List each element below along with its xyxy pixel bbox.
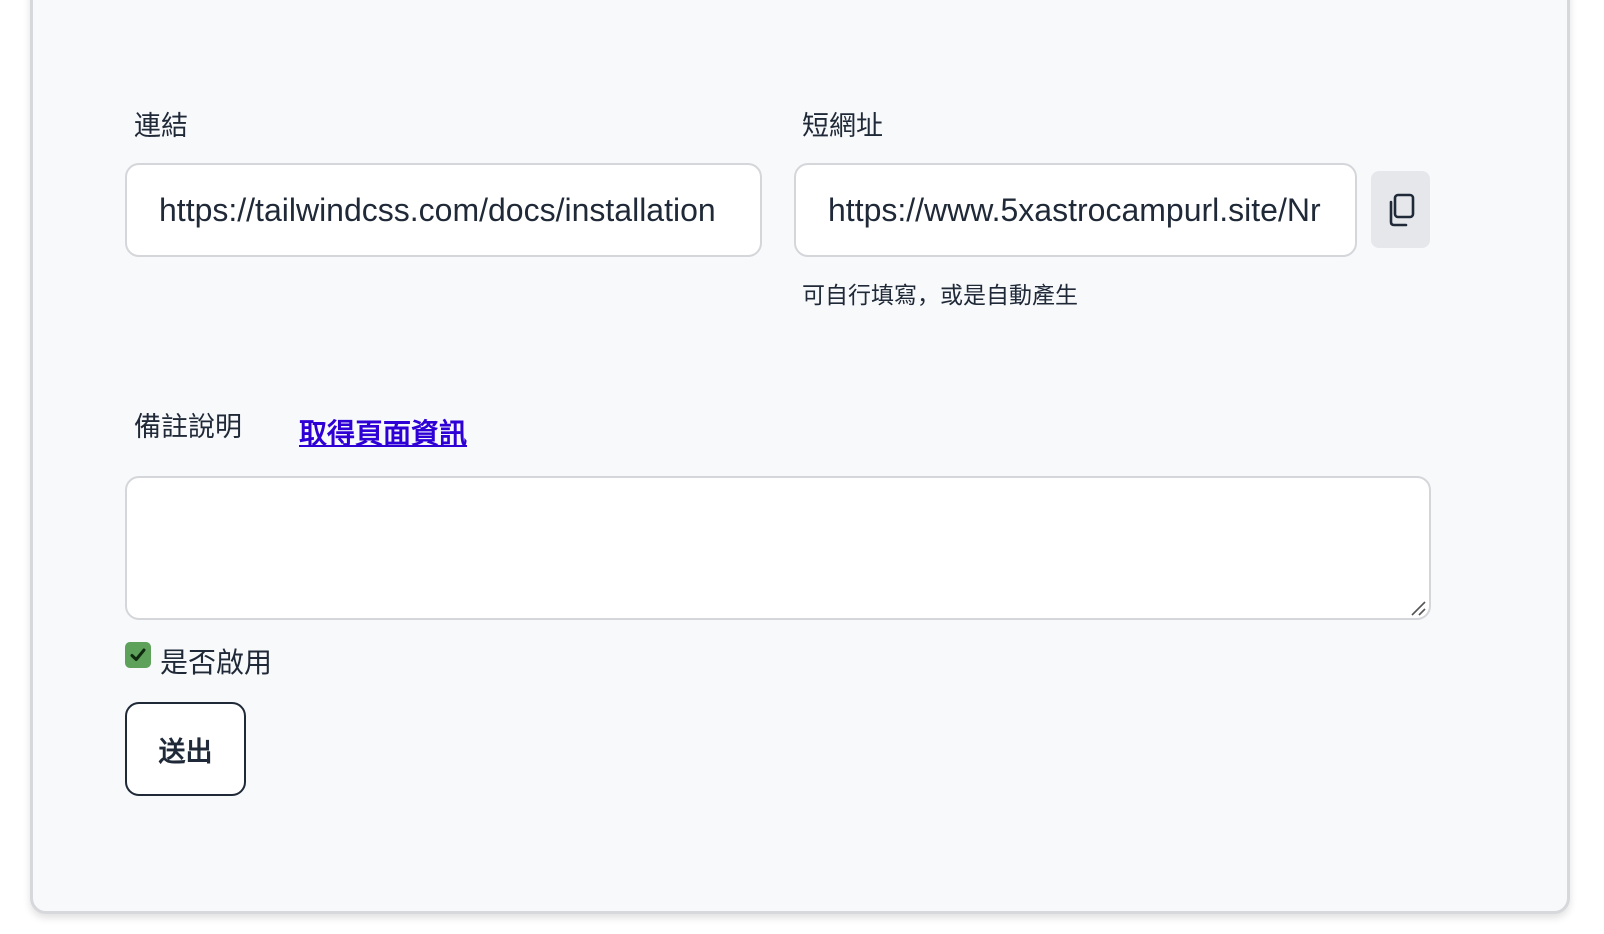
short-url-label: 短網址 bbox=[802, 111, 883, 142]
copy-icon bbox=[1389, 193, 1414, 226]
resize-grip-icon[interactable] bbox=[1410, 600, 1426, 616]
note-textarea[interactable] bbox=[125, 476, 1431, 620]
copy-button[interactable] bbox=[1371, 171, 1430, 248]
submit-button[interactable]: 送出 bbox=[125, 702, 246, 796]
form-card bbox=[30, 0, 1570, 914]
note-label: 備註說明 bbox=[134, 412, 242, 443]
link-input[interactable] bbox=[125, 163, 762, 257]
enable-checkbox[interactable] bbox=[125, 642, 151, 668]
short-url-hint: 可自行填寫，或是自動產生 bbox=[802, 283, 1078, 309]
link-label: 連結 bbox=[134, 111, 188, 142]
enable-label[interactable]: 是否啟用 bbox=[160, 641, 272, 681]
short-url-input[interactable] bbox=[794, 163, 1357, 257]
fetch-page-info-link[interactable]: 取得頁面資訊 bbox=[299, 412, 467, 452]
checkmark-icon bbox=[130, 648, 146, 661]
